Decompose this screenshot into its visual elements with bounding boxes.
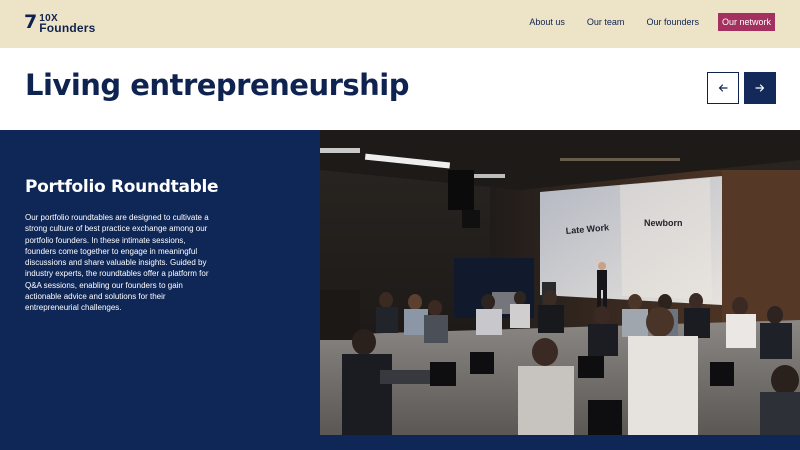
nav-about-us[interactable]: About us <box>529 17 565 27</box>
screen-right-text: Newborn <box>644 218 683 228</box>
event-photo: Late Work Newborn <box>320 130 800 435</box>
carousel-next-button[interactable] <box>744 72 776 104</box>
nav-our-team[interactable]: Our team <box>587 17 625 27</box>
top-navigation-bar: 7 10X Founders About us Our team Our fou… <box>0 0 800 48</box>
page-title: Living entrepreneurship <box>25 68 410 102</box>
arrow-left-icon <box>718 84 728 92</box>
arrow-right-icon <box>755 84 765 92</box>
logo-line-2: Founders <box>39 21 96 35</box>
logo-mark: 7 <box>24 11 38 33</box>
main-nav: About us Our team Our founders Our netwo… <box>507 13 775 31</box>
logo-wordmark: 10X Founders <box>39 14 96 35</box>
nav-our-network[interactable]: Our network <box>717 13 775 31</box>
carousel-prev-button[interactable] <box>707 72 739 104</box>
nav-our-founders[interactable]: Our founders <box>646 17 699 27</box>
card-description: Our portfolio roundtables are designed t… <box>25 213 209 313</box>
card-title: Portfolio Roundtable <box>25 177 219 197</box>
brand-logo[interactable]: 7 10X Founders <box>24 11 96 35</box>
